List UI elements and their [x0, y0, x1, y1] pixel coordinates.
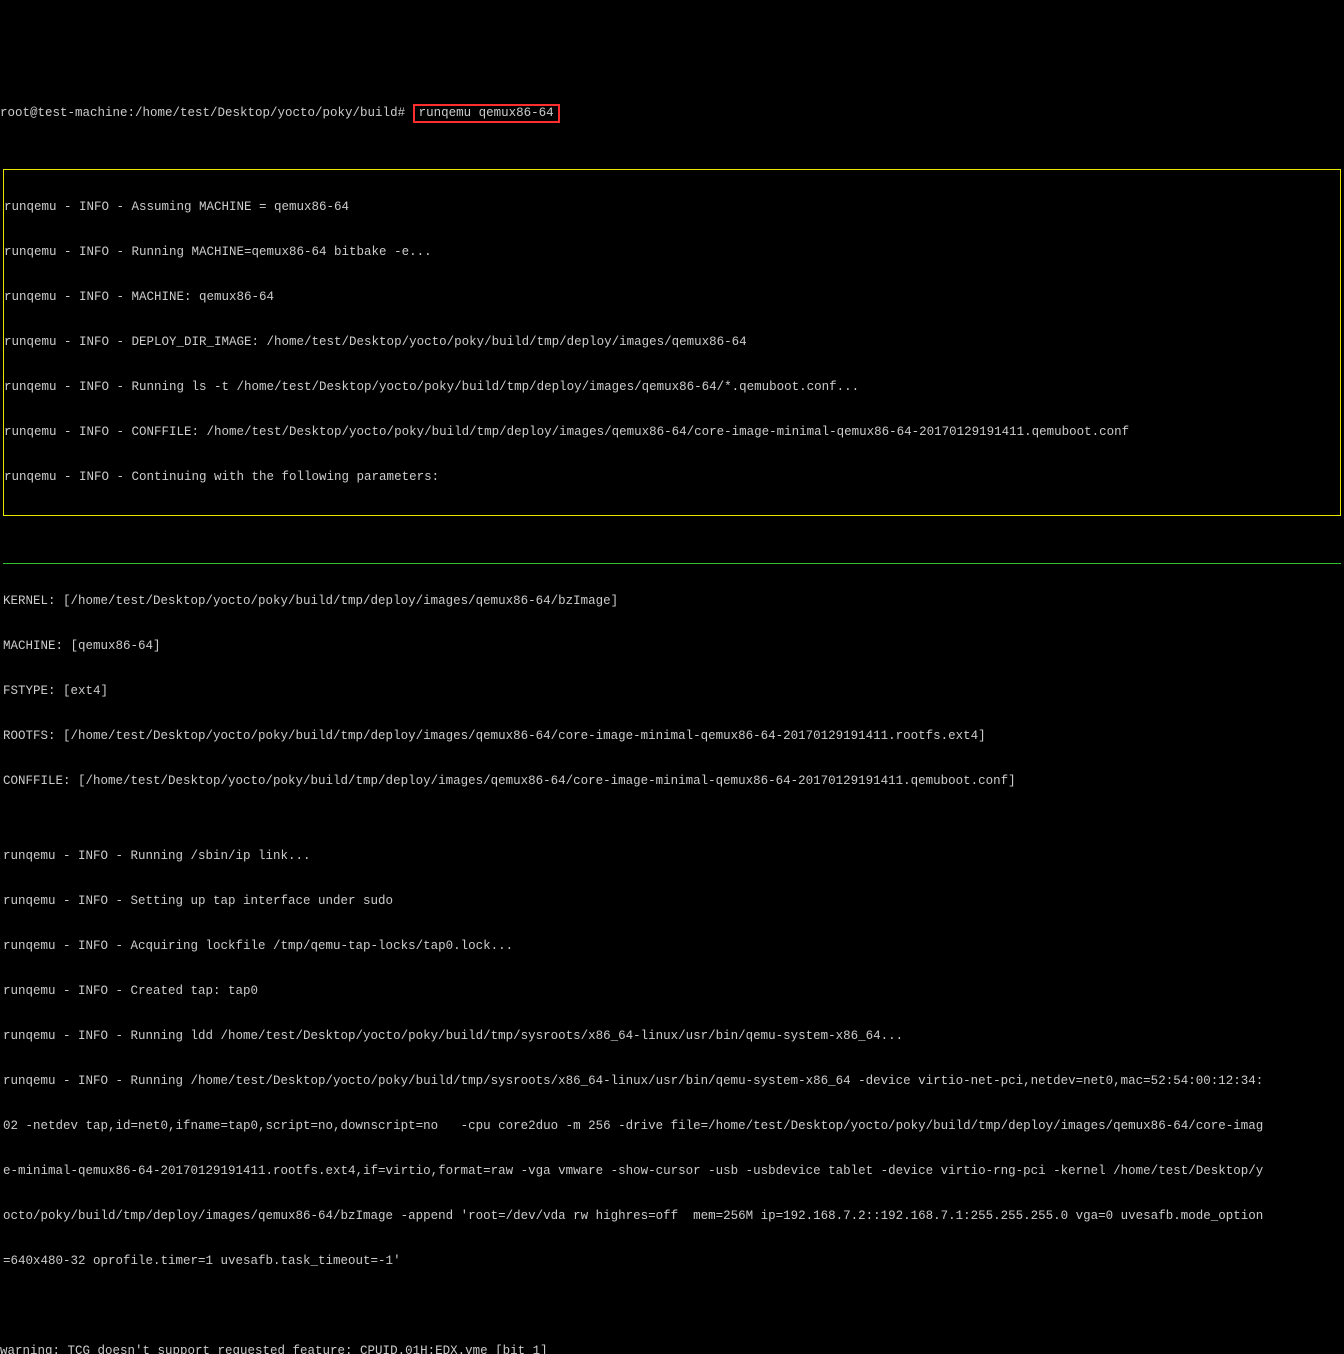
- terminal-window[interactable]: root@test-machine:/home/test/Desktop/yoc…: [0, 60, 1344, 737]
- params-box: KERNEL: [/home/test/Desktop/yocto/poky/b…: [3, 563, 1341, 1299]
- param-line: octo/poky/build/tmp/deploy/images/qemux8…: [3, 1209, 1341, 1224]
- prompt-line: root@test-machine:/home/test/Desktop/yoc…: [0, 105, 1344, 123]
- param-line: FSTYPE: [ext4]: [3, 684, 1341, 699]
- param-line: =640x480-32 oprofile.timer=1 uvesafb.tas…: [3, 1254, 1341, 1269]
- info-box: runqemu - INFO - Assuming MACHINE = qemu…: [3, 169, 1341, 516]
- command-highlight: runqemu qemux86-64: [413, 104, 560, 123]
- info-line: runqemu - INFO - CONFFILE: /home/test/De…: [4, 425, 1340, 440]
- info-line: runqemu - INFO - DEPLOY_DIR_IMAGE: /home…: [4, 335, 1340, 350]
- command-text: runqemu qemux86-64: [419, 106, 554, 120]
- info-line: runqemu - INFO - Assuming MACHINE = qemu…: [4, 200, 1340, 215]
- info-line: runqemu - INFO - MACHINE: qemux86-64: [4, 290, 1340, 305]
- param-line: runqemu - INFO - Running /sbin/ip link..…: [3, 849, 1341, 864]
- param-line: KERNEL: [/home/test/Desktop/yocto/poky/b…: [3, 594, 1341, 609]
- param-line: runqemu - INFO - Setting up tap interfac…: [3, 894, 1341, 909]
- param-line: e-minimal-qemux86-64-20170129191411.root…: [3, 1164, 1341, 1179]
- param-line: ROOTFS: [/home/test/Desktop/yocto/poky/b…: [3, 729, 1341, 744]
- param-line: runqemu - INFO - Running ldd /home/test/…: [3, 1029, 1341, 1044]
- warning-line: warning: TCG doesn't support requested f…: [0, 1344, 1344, 1354]
- param-line: runqemu - INFO - Acquiring lockfile /tmp…: [3, 939, 1341, 954]
- shell-prompt: root@test-machine:/home/test/Desktop/yoc…: [0, 106, 405, 120]
- param-line: 02 -netdev tap,id=net0,ifname=tap0,scrip…: [3, 1119, 1341, 1134]
- param-line: runqemu - INFO - Created tap: tap0: [3, 984, 1341, 999]
- param-line: runqemu - INFO - Running /home/test/Desk…: [3, 1074, 1341, 1089]
- info-line: runqemu - INFO - Running MACHINE=qemux86…: [4, 245, 1340, 260]
- param-line: CONFFILE: [/home/test/Desktop/yocto/poky…: [3, 774, 1341, 789]
- param-line: MACHINE: [qemux86-64]: [3, 639, 1341, 654]
- info-line: runqemu - INFO - Running ls -t /home/tes…: [4, 380, 1340, 395]
- info-line: runqemu - INFO - Continuing with the fol…: [4, 470, 1340, 485]
